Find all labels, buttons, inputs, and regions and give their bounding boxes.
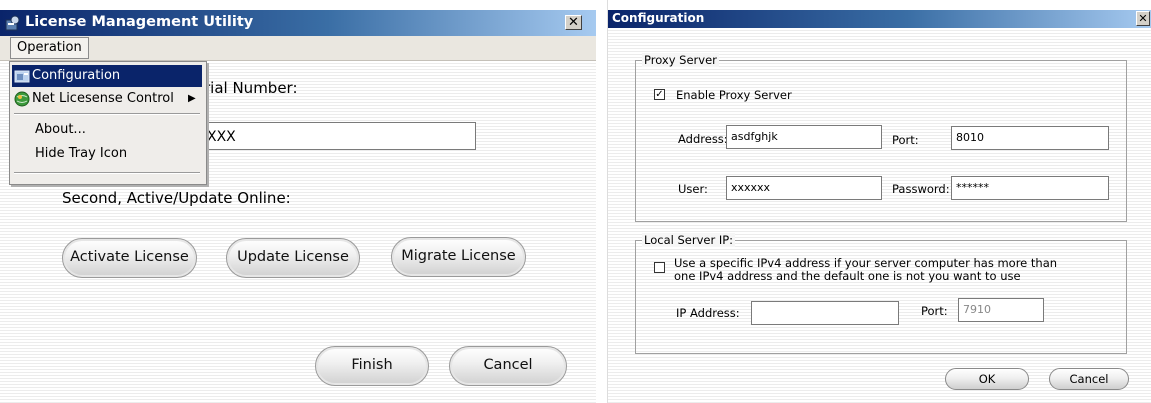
menu-item-hide-tray-icon[interactable]: Hide Tray Icon [12, 143, 202, 165]
license-management-window: License Management Utility ✕ Operation r… [0, 0, 596, 403]
serial-number-input[interactable]: XXX [196, 122, 476, 150]
configuration-icon [14, 68, 30, 84]
address-label: Address: [678, 132, 728, 146]
migrate-license-button[interactable]: Migrate License [391, 237, 526, 277]
menu-item-label: Configuration [32, 68, 121, 83]
update-license-button[interactable]: Update License [226, 238, 360, 278]
menu-item-net-license-control[interactable]: Net Licesense Control ▶ [12, 88, 202, 110]
close-button[interactable]: ✕ [1136, 11, 1150, 26]
menu-item-label: Hide Tray Icon [35, 146, 128, 161]
menu-separator [14, 113, 200, 115]
password-input[interactable]: ****** [951, 176, 1109, 200]
title-bar: License Management Utility ✕ [0, 10, 596, 36]
app-icon [4, 14, 22, 32]
online-section-label: Second, Active/Update Online: [62, 189, 291, 207]
menu-item-label: About... [35, 122, 86, 137]
menu-separator [14, 172, 200, 174]
proxy-server-legend: Proxy Server [642, 53, 719, 67]
user-input[interactable]: xxxxxx [726, 176, 882, 200]
finish-button[interactable]: Finish [315, 346, 429, 386]
password-label: Password: [892, 182, 950, 196]
serial-number-label: rial Number: [204, 79, 298, 97]
port-label: Port: [892, 133, 919, 147]
specific-ipv4-label-line2: one IPv4 address and the default one is … [674, 269, 1021, 283]
ip-address-label: IP Address: [676, 306, 740, 320]
local-server-ip-legend: Local Server IP: [642, 233, 736, 247]
activate-license-button[interactable]: Activate License [62, 238, 197, 278]
address-input[interactable]: asdfghjk [726, 125, 882, 149]
operation-menu-popup: Configuration Net Licesense Control ▶ Ab… [9, 61, 207, 185]
submenu-arrow-icon: ▶ [188, 93, 196, 104]
local-port-input[interactable]: 7910 [958, 298, 1044, 322]
specific-ipv4-checkbox[interactable] [654, 262, 665, 273]
port-input[interactable]: 8010 [951, 126, 1109, 150]
user-label: User: [678, 182, 708, 196]
ok-button[interactable]: OK [945, 368, 1029, 390]
menu-item-label: Net Licesense Control [32, 91, 174, 106]
local-port-label: Port: [921, 304, 948, 318]
menu-item-about[interactable]: About... [12, 119, 202, 141]
window-title: Configuration [612, 11, 705, 25]
menu-item-configuration[interactable]: Configuration [12, 65, 202, 87]
ip-address-input[interactable] [751, 301, 899, 325]
title-bar: Configuration [608, 10, 1151, 28]
cancel-button[interactable]: Cancel [449, 346, 567, 386]
cancel-button[interactable]: Cancel [1049, 368, 1129, 390]
window-title: License Management Utility [25, 14, 254, 30]
menu-operation[interactable]: Operation [10, 37, 89, 59]
menu-bar: Operation [0, 36, 596, 61]
specific-ipv4-label-line1: Use a specific IPv4 address if your serv… [674, 256, 1058, 270]
enable-proxy-checkbox[interactable]: ✓ [654, 89, 665, 100]
enable-proxy-label: Enable Proxy Server [676, 88, 792, 102]
globe-icon [14, 91, 30, 107]
configuration-window: Configuration ✕ Proxy Server ✓ Enable Pr… [607, 0, 1151, 403]
close-button[interactable]: ✕ [565, 15, 582, 30]
